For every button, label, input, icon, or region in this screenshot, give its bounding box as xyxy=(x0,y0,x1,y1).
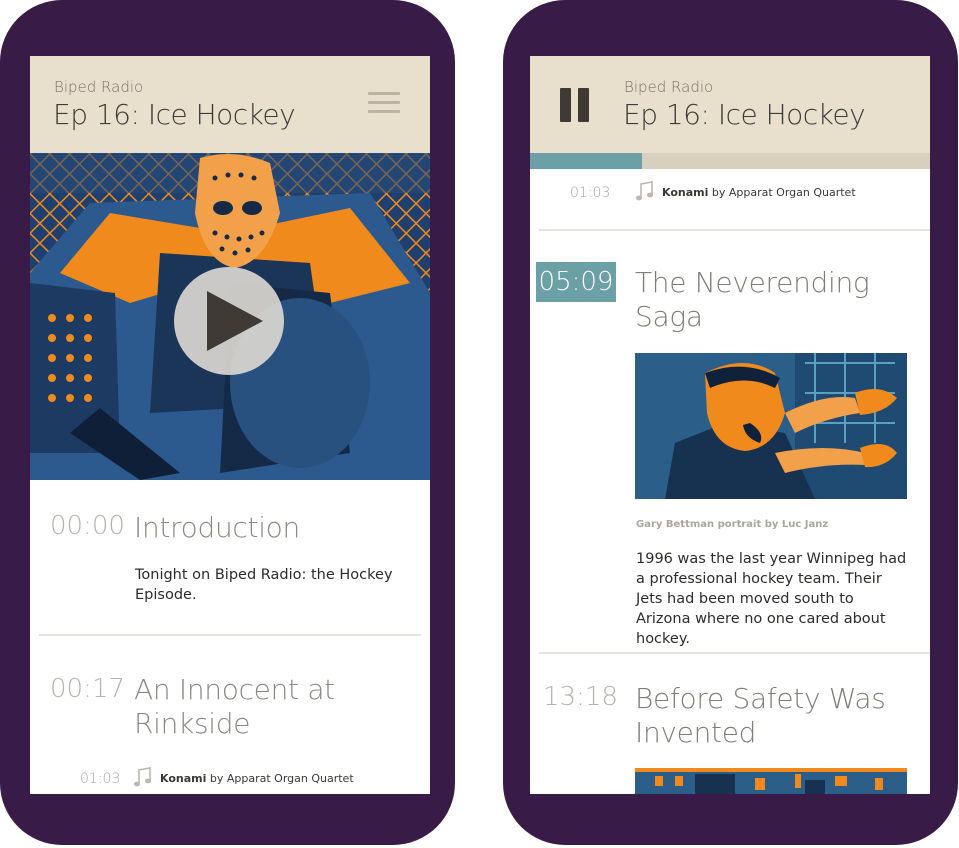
track-time: 01:03 xyxy=(570,185,611,201)
track-info: Konami by Apparat Organ Quartet xyxy=(662,186,856,199)
screen-left: Biped Radio Ep 16: Ice Hockey 00:00 Intr… xyxy=(30,56,430,794)
podcast-name: Biped Radio xyxy=(624,78,714,96)
menu-icon[interactable] xyxy=(368,92,400,114)
music-note-icon xyxy=(133,766,153,791)
play-button[interactable] xyxy=(174,267,284,375)
chapter-description: 1996 was the last year Winnipeg had a pr… xyxy=(636,551,907,647)
chapter-title[interactable]: Before Safety Was Invented xyxy=(635,682,895,750)
app-header: Biped Radio Ep 16: Ice Hockey xyxy=(530,56,930,153)
track-row[interactable]: 01:03 Konami by Apparat Organ Quartet xyxy=(530,181,930,206)
current-chapter-time-badge[interactable]: 05:09 xyxy=(536,262,616,302)
chapter-title[interactable]: The Neverending Saga xyxy=(635,266,905,334)
track-artist: by Apparat Organ Quartet xyxy=(711,186,856,199)
image-caption: Gary Bettman portrait by Luc Janz xyxy=(636,519,829,530)
progress-fill xyxy=(530,153,642,169)
chapter-time[interactable]: 00:00 xyxy=(50,511,125,541)
chapter-description: Tonight on Biped Radio: the Hockey Episo… xyxy=(135,567,393,603)
divider xyxy=(39,634,421,636)
episode-artwork xyxy=(30,153,430,480)
city-illustration xyxy=(635,768,907,794)
chapter-time[interactable]: 00:17 xyxy=(50,674,125,704)
track-info: Konami by Apparat Organ Quartet xyxy=(160,772,354,785)
episode-title: Ep 16: Ice Hockey xyxy=(53,98,296,131)
app-header: Biped Radio Ep 16: Ice Hockey xyxy=(30,56,430,153)
chapter-illustration xyxy=(635,353,907,499)
play-icon xyxy=(207,291,263,351)
podcast-name: Biped Radio xyxy=(54,78,144,96)
phone-frame-left: Biped Radio Ep 16: Ice Hockey 00:00 Intr… xyxy=(0,0,455,845)
track-time: 01:03 xyxy=(80,771,121,787)
chapter-illustration xyxy=(635,768,907,794)
chapter-title[interactable]: An Innocent at Rinkside xyxy=(134,673,354,741)
music-note-icon xyxy=(635,180,655,205)
chapter-title[interactable]: Introduction xyxy=(134,511,404,545)
divider xyxy=(539,229,930,231)
pause-icon[interactable] xyxy=(560,88,590,122)
divider xyxy=(539,652,930,654)
screen-right: Biped Radio Ep 16: Ice Hockey 01:03 Kona… xyxy=(530,56,930,794)
phone-frame-right: Biped Radio Ep 16: Ice Hockey 01:03 Kona… xyxy=(503,0,958,845)
episode-title: Ep 16: Ice Hockey xyxy=(623,98,866,131)
progress-bar[interactable] xyxy=(530,153,930,169)
track-song: Konami xyxy=(662,186,709,199)
track-song: Konami xyxy=(160,772,207,785)
chapter-time[interactable]: 13:18 xyxy=(543,682,618,712)
track-artist: by Apparat Organ Quartet xyxy=(209,772,354,785)
portrait-illustration xyxy=(635,353,907,499)
track-row[interactable]: 01:03 Konami by Apparat Organ Quartet xyxy=(30,767,430,792)
